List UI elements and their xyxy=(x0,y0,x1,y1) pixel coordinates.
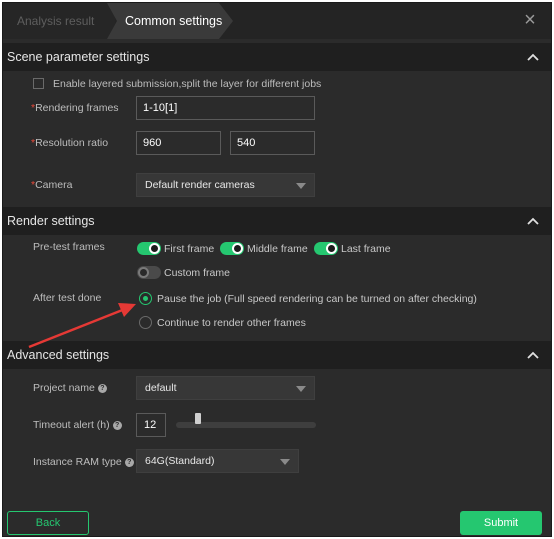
camera-label: *Camera xyxy=(31,179,72,191)
section-render-title: Render settings xyxy=(7,214,95,228)
camera-select-value: Default render cameras xyxy=(145,179,255,191)
last-frame-toggle[interactable] xyxy=(314,242,338,255)
ram-type-label: Instance RAM type? xyxy=(33,456,134,468)
resolution-height-input[interactable]: 540 xyxy=(230,131,315,155)
resolution-text: Resolution ratio xyxy=(35,137,109,149)
custom-frame-toggle[interactable] xyxy=(137,266,161,279)
ram-type-text: Instance RAM type xyxy=(33,456,122,468)
first-frame-toggle[interactable] xyxy=(137,242,161,255)
toggle-knob xyxy=(138,267,149,278)
caret-down-icon xyxy=(296,386,306,392)
resolution-label: *Resolution ratio xyxy=(31,137,108,149)
timeout-slider-handle[interactable] xyxy=(195,413,201,424)
camera-text: Camera xyxy=(35,179,73,191)
pretest-frames-label: Pre-test frames xyxy=(33,241,105,253)
resolution-width-input[interactable]: 960 xyxy=(136,131,221,155)
first-frame-label: First frame xyxy=(164,243,215,255)
pause-job-radio[interactable] xyxy=(139,292,152,305)
timeout-alert-label: Timeout alert (h)? xyxy=(33,419,122,431)
timeout-alert-input[interactable]: 12 xyxy=(136,413,166,437)
chevron-up-icon[interactable] xyxy=(527,53,539,61)
back-button[interactable]: Back xyxy=(7,511,89,535)
tab-analysis-result[interactable]: Analysis result xyxy=(3,3,115,39)
close-icon[interactable]: × xyxy=(521,10,539,30)
layered-submission-label: Enable layered submission,split the laye… xyxy=(53,78,322,90)
last-frame-label: Last frame xyxy=(341,243,391,255)
help-icon[interactable]: ? xyxy=(97,384,107,393)
rendering-frames-input[interactable]: 1-10[1] xyxy=(136,96,315,120)
rendering-frames-text: Rendering frames xyxy=(35,102,119,114)
help-icon[interactable]: ? xyxy=(124,458,134,467)
caret-down-icon xyxy=(296,183,306,189)
toggle-knob xyxy=(232,243,243,254)
toggle-knob xyxy=(149,243,160,254)
section-scene-header[interactable]: Scene parameter settings xyxy=(3,43,551,71)
section-advanced-header[interactable]: Advanced settings xyxy=(3,341,551,369)
chevron-up-icon[interactable] xyxy=(527,351,539,359)
section-render-header[interactable]: Render settings xyxy=(3,207,551,235)
project-name-value: default xyxy=(145,382,177,394)
common-settings-dialog: Analysis result Common settings × Scene … xyxy=(2,2,552,537)
pause-job-label: Pause the job (Full speed rendering can … xyxy=(157,293,477,305)
tab-bar: Analysis result Common settings × xyxy=(3,3,551,39)
submit-button[interactable]: Submit xyxy=(460,511,542,535)
caret-down-icon xyxy=(280,459,290,465)
rendering-frames-label: *Rendering frames xyxy=(31,102,119,114)
continue-render-radio[interactable] xyxy=(139,316,152,329)
chevron-up-icon[interactable] xyxy=(527,217,539,225)
layered-submission-checkbox[interactable] xyxy=(33,78,44,89)
camera-select[interactable]: Default render cameras xyxy=(136,173,315,197)
section-advanced-title: Advanced settings xyxy=(7,348,110,362)
project-name-text: Project name xyxy=(33,382,95,394)
middle-frame-toggle[interactable] xyxy=(220,242,244,255)
project-name-select[interactable]: default xyxy=(136,376,315,400)
toggle-knob xyxy=(326,243,337,254)
custom-frame-label: Custom frame xyxy=(164,267,230,279)
help-icon[interactable]: ? xyxy=(112,421,122,430)
middle-frame-label: Middle frame xyxy=(247,243,308,255)
after-test-label: After test done xyxy=(33,292,102,304)
continue-render-label: Continue to render other frames xyxy=(157,317,306,329)
timeout-alert-text: Timeout alert (h) xyxy=(33,419,110,431)
section-scene-title: Scene parameter settings xyxy=(7,50,150,64)
tab-common-settings[interactable]: Common settings xyxy=(107,3,233,39)
ram-type-value: 64G(Standard) xyxy=(145,455,215,467)
ram-type-select[interactable]: 64G(Standard) xyxy=(136,449,299,473)
project-name-label: Project name? xyxy=(33,382,107,394)
